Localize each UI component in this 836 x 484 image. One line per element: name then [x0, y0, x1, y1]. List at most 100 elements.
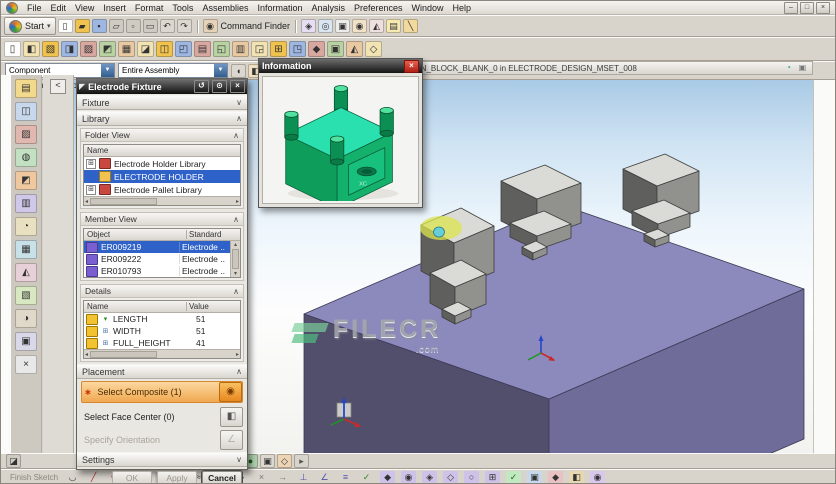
- enable-snaps-icon[interactable]: ✓: [506, 470, 522, 483]
- section-library[interactable]: Library ∧: [77, 111, 247, 126]
- member-row[interactable]: ER009219 Electrode ..: [84, 241, 230, 253]
- boss-icon[interactable]: ◩: [99, 41, 116, 57]
- angle-dimension-icon[interactable]: ∠: [317, 471, 332, 484]
- value-grid-icon[interactable]: ⊞: [101, 339, 110, 347]
- window-mode-icon[interactable]: ▣: [797, 63, 808, 74]
- visualization-icon[interactable]: ◪: [6, 454, 21, 468]
- section-placement[interactable]: Placement ∧: [77, 364, 247, 379]
- work-plane-icon[interactable]: ▣: [527, 470, 543, 483]
- section-fixture[interactable]: Fixture ∨: [77, 95, 247, 110]
- extrude-icon[interactable]: ▧: [42, 41, 59, 57]
- tree-column-header[interactable]: Name: [84, 145, 240, 157]
- member-column-header[interactable]: Object Standard: [84, 229, 240, 241]
- hd3d-tools-icon[interactable]: ◩: [15, 171, 37, 190]
- scroll-up-icon[interactable]: ▴: [234, 241, 237, 248]
- pen-icon[interactable]: ╲: [403, 19, 419, 33]
- specify-orientation-button[interactable]: ∠: [220, 429, 243, 450]
- chamfer-icon[interactable]: ◱: [213, 41, 230, 57]
- snap-end-icon[interactable]: ◆: [380, 470, 396, 483]
- pad-icon[interactable]: ◪: [137, 41, 154, 57]
- member-view-header[interactable]: Member View ∧: [81, 213, 243, 226]
- draft-icon[interactable]: ▥: [232, 41, 249, 57]
- select-composite-row[interactable]: ∗ Select Composite (1) ◉: [81, 381, 243, 403]
- constraint-icon[interactable]: ⊥: [296, 471, 311, 484]
- details-row-full-height[interactable]: ⊞ FULL_HEIGHT 41: [84, 337, 240, 349]
- horizontal-scrollbar[interactable]: ◂ ▸: [84, 349, 240, 358]
- snap-point-icon[interactable]: ◎: [318, 19, 334, 33]
- more-icon[interactable]: ▸: [294, 454, 309, 468]
- chevron-down-icon[interactable]: ▼: [214, 64, 227, 77]
- menu-item[interactable]: Insert: [103, 3, 126, 13]
- command-finder[interactable]: ◉ Command Finder: [202, 19, 290, 33]
- scroll-left-icon[interactable]: ◂: [85, 198, 88, 205]
- select-face-center-row[interactable]: Select Face Center (0) ◧: [81, 406, 243, 427]
- menu-item[interactable]: Analysis: [311, 3, 345, 13]
- shell-icon[interactable]: ◰: [175, 41, 192, 57]
- menu-item[interactable]: Edit: [51, 3, 67, 13]
- menu-item[interactable]: Format: [135, 3, 164, 13]
- quick-trim-icon[interactable]: ×: [254, 471, 269, 484]
- menu-item[interactable]: Information: [257, 3, 302, 13]
- graphics-window-titlebar[interactable]: ODE_DESIGN_BLOCK_BLANK_0 in ELECTRODE_DE…: [369, 61, 813, 75]
- parameter-value[interactable]: 51: [196, 326, 238, 336]
- roles-panel-icon[interactable]: ◑: [15, 309, 37, 328]
- open-icon[interactable]: ▰: [74, 19, 90, 33]
- scrollbar-thumb[interactable]: [90, 350, 157, 358]
- parameter-value[interactable]: 51: [196, 314, 238, 324]
- snap-pole-icon[interactable]: ◉: [590, 470, 606, 483]
- roles-icon[interactable]: ▤: [386, 19, 402, 33]
- constraint-navigator-icon[interactable]: ◫: [15, 102, 37, 121]
- snap-center-icon[interactable]: ○: [464, 470, 480, 483]
- lock-icon[interactable]: [86, 337, 98, 349]
- scrollbar-thumb[interactable]: [90, 197, 157, 205]
- menu-item[interactable]: Help: [453, 3, 472, 13]
- reuse-library-icon[interactable]: ◍: [15, 148, 37, 167]
- pocket-icon[interactable]: ▦: [118, 41, 135, 57]
- redo-icon[interactable]: ↷: [176, 19, 192, 33]
- blend-icon[interactable]: ▤: [194, 41, 211, 57]
- find-component-icon[interactable]: ◖: [231, 63, 246, 78]
- snap-grid-icon[interactable]: ⊞: [485, 470, 501, 483]
- start-button[interactable]: Start ▾: [4, 17, 56, 35]
- view-popup-icon[interactable]: ◉: [352, 19, 368, 33]
- window-control-button[interactable]: □: [800, 1, 814, 14]
- assembly-navigator-icon[interactable]: ▤: [15, 79, 37, 98]
- mirror-icon[interactable]: ◳: [289, 41, 306, 57]
- select-face-center-button[interactable]: ◧: [220, 406, 243, 427]
- paste-icon[interactable]: ▭: [142, 19, 158, 33]
- scroll-right-icon[interactable]: ▸: [236, 198, 239, 205]
- menu-item[interactable]: Assemblies: [202, 3, 248, 13]
- quick-extend-icon[interactable]: →: [275, 471, 290, 484]
- apply-button[interactable]: Apply: [157, 470, 197, 483]
- point-on-curve-icon[interactable]: ◆: [548, 470, 564, 483]
- close-icon[interactable]: ×: [230, 80, 245, 93]
- specify-orientation-row[interactable]: Specify Orientation ∠: [81, 429, 243, 450]
- options-icon[interactable]: ⊙: [212, 80, 227, 93]
- information-titlebar[interactable]: Information ×: [259, 59, 422, 73]
- trim-body-icon[interactable]: ◲: [251, 41, 268, 57]
- menu-item[interactable]: Tools: [172, 3, 193, 13]
- system-materials-icon[interactable]: ▦: [15, 240, 37, 259]
- dialog-titlebar[interactable]: ◤ Electrode Fixture ↺ ⊙ ×: [77, 79, 247, 94]
- chevron-down-icon[interactable]: ▼: [101, 64, 114, 77]
- select-composite-button[interactable]: ◉: [219, 382, 242, 402]
- undo-icon[interactable]: ↶: [159, 19, 175, 33]
- unite-icon[interactable]: ◆: [308, 41, 325, 57]
- lock-icon[interactable]: [86, 313, 98, 325]
- pattern-icon[interactable]: ⊞: [270, 41, 287, 57]
- selection-dialog-icon[interactable]: ◈: [301, 19, 317, 33]
- snap-control-icon[interactable]: ◈: [422, 470, 438, 483]
- intersect-icon[interactable]: ◭: [346, 41, 363, 57]
- window-icon[interactable]: ▣: [335, 19, 351, 33]
- revolve-icon[interactable]: ◨: [61, 41, 78, 57]
- manufacturing-wizard-icon[interactable]: ▧: [15, 286, 37, 305]
- section-settings[interactable]: Settings ∨: [77, 452, 247, 467]
- tree-item-electrode-holder-library[interactable]: ⊞ Electrode Holder Library: [84, 157, 240, 170]
- tree-item-electrode-holder[interactable]: ELECTRODE HOLDER: [84, 170, 240, 183]
- snap-face-icon[interactable]: ◧: [569, 470, 585, 483]
- finish-sketch-button[interactable]: Finish Sketch: [10, 473, 58, 482]
- lock-icon[interactable]: [86, 325, 98, 337]
- cut-icon[interactable]: ▱: [108, 19, 124, 33]
- close-icon[interactable]: ×: [404, 59, 419, 73]
- wave-link-icon[interactable]: ▣: [260, 454, 275, 468]
